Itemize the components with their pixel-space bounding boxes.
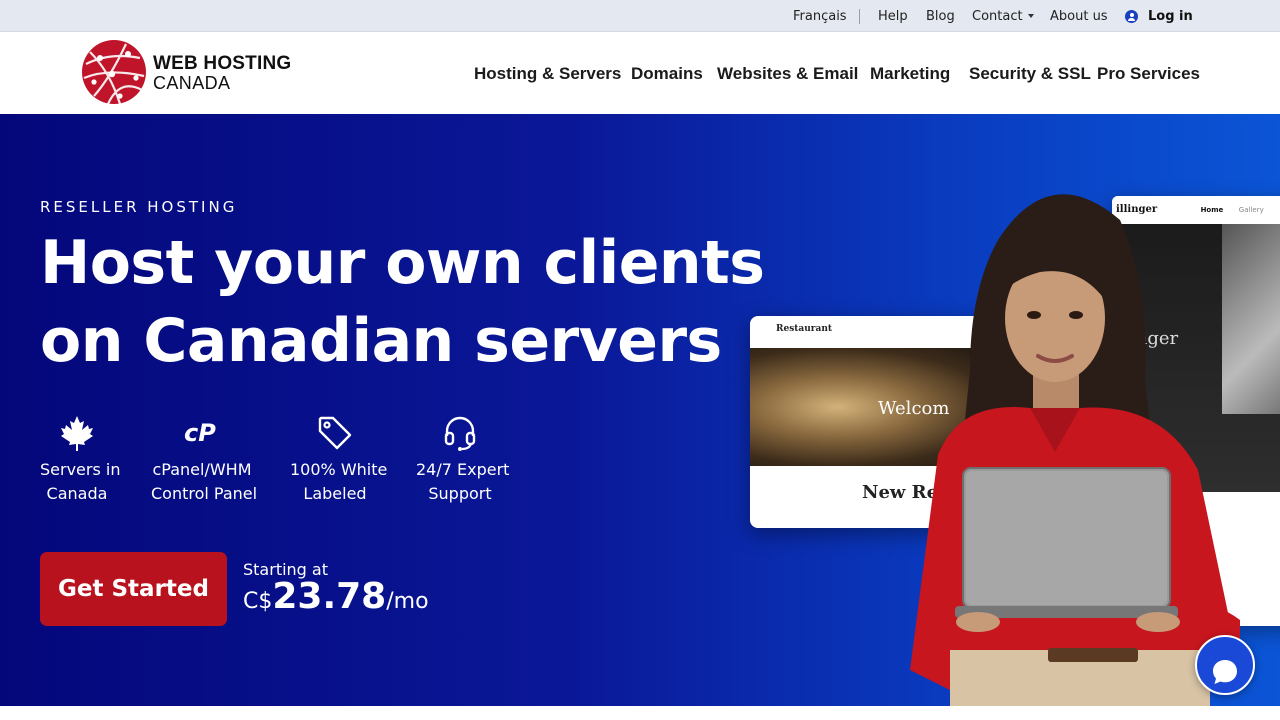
divider: [859, 9, 860, 24]
help-link[interactable]: Help: [878, 0, 908, 32]
blog-link[interactable]: Blog: [926, 0, 955, 32]
headset-icon: [444, 416, 476, 451]
price-period: /mo: [386, 589, 429, 614]
globe-logo-icon[interactable]: [80, 38, 150, 108]
price-currency: C$: [243, 589, 273, 614]
feature-label-line1: 24/7 Expert: [416, 460, 510, 479]
hero-headline-line1: Host your own clients: [40, 228, 765, 298]
woman-with-laptop-image: [910, 194, 1240, 706]
brand-name-line2: CANADA: [153, 73, 231, 93]
feature-cpanel: cP cPanel/WHM Control Panel: [151, 414, 258, 506]
chat-bubble-icon: [1213, 659, 1237, 684]
user-circle-icon: [1125, 10, 1138, 23]
feature-expert-support: 24/7 Expert Support: [416, 414, 510, 506]
feature-label-line2: Canada: [46, 484, 108, 503]
feature-label-line2: Support: [428, 484, 492, 503]
feature-label-line2: Labeled: [303, 484, 367, 503]
nav-hosting-servers[interactable]: Hosting & Servers: [474, 64, 621, 84]
feature-white-labeled: 100% White Labeled: [290, 414, 388, 506]
cpanel-icon: cP: [184, 419, 216, 447]
top-utility-bar: Français Help Blog Contact About us Log …: [0, 0, 1280, 32]
maple-leaf-icon: [61, 416, 93, 451]
site-header: WEB HOSTING CANADA Hosting & Servers Dom…: [0, 32, 1280, 114]
about-link[interactable]: About us: [1050, 0, 1108, 32]
feature-label-line1: cPanel/WHM: [152, 460, 252, 479]
hero-headline: Host your own clients on Canadian server…: [40, 224, 780, 380]
login-link[interactable]: Log in: [1148, 0, 1193, 32]
nav-marketing[interactable]: Marketing: [870, 64, 950, 84]
brand-name-line1: WEB HOSTING: [153, 53, 292, 74]
nav-security-ssl[interactable]: Security & SSL: [969, 64, 1091, 84]
feature-label-line1: 100% White: [290, 460, 388, 479]
get-started-button[interactable]: Get Started: [40, 552, 227, 626]
caret-down-icon: [1027, 13, 1034, 18]
chat-button[interactable]: [1195, 635, 1255, 695]
language-switch-link[interactable]: Français: [793, 0, 847, 32]
contact-label: Contact: [972, 9, 1023, 24]
feature-label-line2: Control Panel: [151, 484, 258, 503]
hero-section: RESELLER HOSTING Host your own clients o…: [0, 114, 1280, 706]
contact-dropdown[interactable]: Contact: [972, 0, 1034, 32]
feature-label-line1: Servers in: [40, 460, 121, 479]
hero-eyebrow: RESELLER HOSTING: [40, 198, 238, 216]
price-amount: 23.78: [272, 576, 387, 617]
tag-icon: [318, 416, 352, 450]
svg-text:cP: cP: [184, 419, 216, 447]
nav-domains[interactable]: Domains: [631, 64, 703, 84]
hero-headline-line2: on Canadian servers: [40, 306, 722, 376]
nav-pro-services[interactable]: Pro Services: [1097, 64, 1200, 84]
feature-servers-canada: Servers in Canada: [40, 414, 121, 506]
nav-websites-email[interactable]: Websites & Email: [717, 64, 858, 84]
price: C$23.78/mo: [243, 576, 429, 617]
